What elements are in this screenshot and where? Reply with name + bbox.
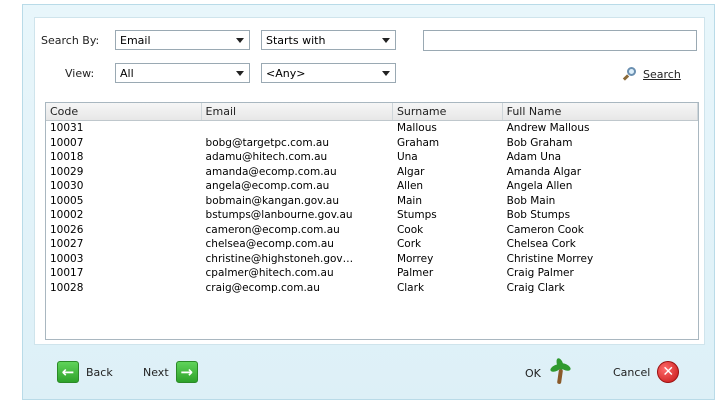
cell-email: cameron@ecomp.com.au <box>205 223 340 236</box>
cell-surname: Clark <box>396 281 425 294</box>
cell-email: chelsea@ecomp.com.au <box>205 238 334 250</box>
cell-full-name: Andrew Mallous <box>506 122 590 134</box>
cell-surname: Main <box>396 194 423 207</box>
back-button[interactable]: ← Back <box>57 361 113 383</box>
column-header-full-name[interactable]: Full Name <box>503 103 698 120</box>
cell-email: craig@ecomp.com.au <box>205 281 320 294</box>
cell-code: 10002 <box>50 209 84 221</box>
cell-code: 10031 <box>50 122 84 134</box>
cell-surname: Graham <box>396 136 440 149</box>
column-header-surname[interactable]: Surname <box>393 103 503 120</box>
cell-full-name: Craig Palmer <box>506 267 574 279</box>
table-row[interactable]: 10029 amanda@ecomp.com.au Algar Amanda Alga… <box>46 165 698 180</box>
cell-full-name: Chelsea Cork <box>506 238 576 250</box>
cell-full-name: Angela Allen <box>506 180 573 192</box>
table-row[interactable]: 10027 chelsea@ecomp.com.au Cork Chelsea Cor… <box>46 237 698 252</box>
cell-email: cpalmer@hitech.com.au <box>205 267 334 279</box>
next-button[interactable]: Next → <box>143 361 198 383</box>
cancel-button[interactable]: Cancel ✕ <box>613 361 680 383</box>
cell-surname: Mallous <box>396 122 437 134</box>
search-by-label: Search By: <box>41 34 100 47</box>
cell-email <box>202 121 393 136</box>
results-table[interactable]: Code Email Surname Full Name 10031 Mallou… <box>45 102 699 340</box>
cell-code: 10018 <box>50 151 84 163</box>
cancel-button-label: Cancel <box>613 365 651 379</box>
cell-full-name: Amanda Algar <box>506 165 582 178</box>
cell-email: bobg@targetpc.com.au <box>205 136 330 149</box>
cell-full-name: Craig Clark <box>506 281 565 294</box>
table-row[interactable]: 10003 christine@highstoneh.gov… Morrey Chri… <box>46 252 698 267</box>
next-button-label: Next <box>143 365 169 379</box>
cell-surname: Una <box>396 151 418 163</box>
chevron-down-icon[interactable] <box>231 64 249 82</box>
cell-surname: Morrey <box>396 252 434 265</box>
cell-surname: Cook <box>396 223 424 236</box>
cell-full-name: Christine Morrey <box>506 252 594 265</box>
cell-code: 10017 <box>50 267 84 279</box>
table-body: 10031 Mallous Andrew Mallous 10007 bobg@targ… <box>46 121 698 295</box>
match-type-dropdown[interactable]: Starts with <box>261 30 396 50</box>
cell-email: christine@highstoneh.gov… <box>205 252 354 265</box>
search-by-dropdown[interactable]: Email <box>115 30 250 50</box>
cell-email: bobmain@kangan.gov.au <box>205 194 340 207</box>
cell-surname: Allen <box>396 180 424 192</box>
cell-full-name: Cameron Cook <box>506 223 584 236</box>
arrow-left-icon: ← <box>57 361 79 383</box>
cell-full-name: Bob Main <box>506 194 556 207</box>
table-row[interactable]: 10031 Mallous Andrew Mallous <box>46 121 698 136</box>
search-by-value: Email <box>120 34 151 47</box>
dialog-frame: Search By: Email Starts with View: All <… <box>22 4 715 400</box>
cell-email: angela@ecomp.com.au <box>205 180 330 192</box>
view-label: View: <box>65 67 95 80</box>
palm-tree-icon <box>548 357 572 385</box>
cell-code: 10007 <box>50 136 84 149</box>
magnifier-icon <box>622 67 637 81</box>
cell-email: amanda@ecomp.com.au <box>205 165 337 178</box>
search-input[interactable] <box>423 30 697 51</box>
chevron-down-icon[interactable] <box>377 64 395 82</box>
cell-surname: Cork <box>396 238 422 250</box>
chevron-down-icon[interactable] <box>231 31 249 49</box>
cell-full-name: Adam Una <box>506 151 562 163</box>
table-row[interactable]: 10028 craig@ecomp.com.au Clark Craig Clark <box>46 281 698 296</box>
cell-surname: Algar <box>396 165 425 178</box>
match-type-value: Starts with <box>266 34 326 47</box>
table-row[interactable]: 10018 adamu@hitech.com.au Una Adam Una <box>46 150 698 165</box>
cell-surname: Palmer <box>396 267 434 279</box>
cell-code: 10005 <box>50 194 84 207</box>
table-row[interactable]: 10030 angela@ecomp.com.au Allen Angela Alle… <box>46 179 698 194</box>
any-filter-value: <Any> <box>266 67 306 80</box>
cell-email: adamu@hitech.com.au <box>205 151 328 163</box>
cell-code: 10026 <box>50 223 84 236</box>
table-row[interactable]: 10002 bstumps@lanbourne.gov.au Stumps Bob S… <box>46 208 698 223</box>
ok-button[interactable]: OK <box>525 357 572 385</box>
cell-surname: Stumps <box>396 209 437 221</box>
cancel-x-icon: ✕ <box>657 361 680 383</box>
search-panel: Search By: Email Starts with View: All <… <box>34 17 705 345</box>
cell-code: 10027 <box>50 238 84 250</box>
cell-code: 10003 <box>50 252 84 265</box>
search-button-label: Search <box>643 67 681 81</box>
cell-email: bstumps@lanbourne.gov.au <box>205 209 353 221</box>
cell-code: 10028 <box>50 281 84 294</box>
chevron-down-icon[interactable] <box>377 31 395 49</box>
any-filter-dropdown[interactable]: <Any> <box>261 63 396 83</box>
cell-code: 10030 <box>50 180 84 192</box>
table-header: Code Email Surname Full Name <box>46 103 698 121</box>
column-header-code[interactable]: Code <box>46 103 202 120</box>
back-button-label: Back <box>86 365 113 379</box>
table-row[interactable]: 10005 bobmain@kangan.gov.au Main Bob Main <box>46 194 698 209</box>
search-button[interactable]: Search <box>622 67 681 81</box>
arrow-right-icon: → <box>175 361 198 383</box>
view-value: All <box>120 67 134 80</box>
table-row[interactable]: 10017 cpalmer@hitech.com.au Palmer Craig Pa… <box>46 266 698 281</box>
table-row[interactable]: 10007 bobg@targetpc.com.au Graham Bob Graha… <box>46 136 698 151</box>
cell-full-name: Bob Stumps <box>506 209 571 221</box>
view-dropdown[interactable]: All <box>115 63 250 83</box>
cell-code: 10029 <box>50 165 84 178</box>
cell-full-name: Bob Graham <box>506 136 573 149</box>
table-row[interactable]: 10026 cameron@ecomp.com.au Cook Cameron Coo… <box>46 223 698 238</box>
ok-button-label: OK <box>525 366 541 380</box>
column-header-email[interactable]: Email <box>202 103 393 120</box>
